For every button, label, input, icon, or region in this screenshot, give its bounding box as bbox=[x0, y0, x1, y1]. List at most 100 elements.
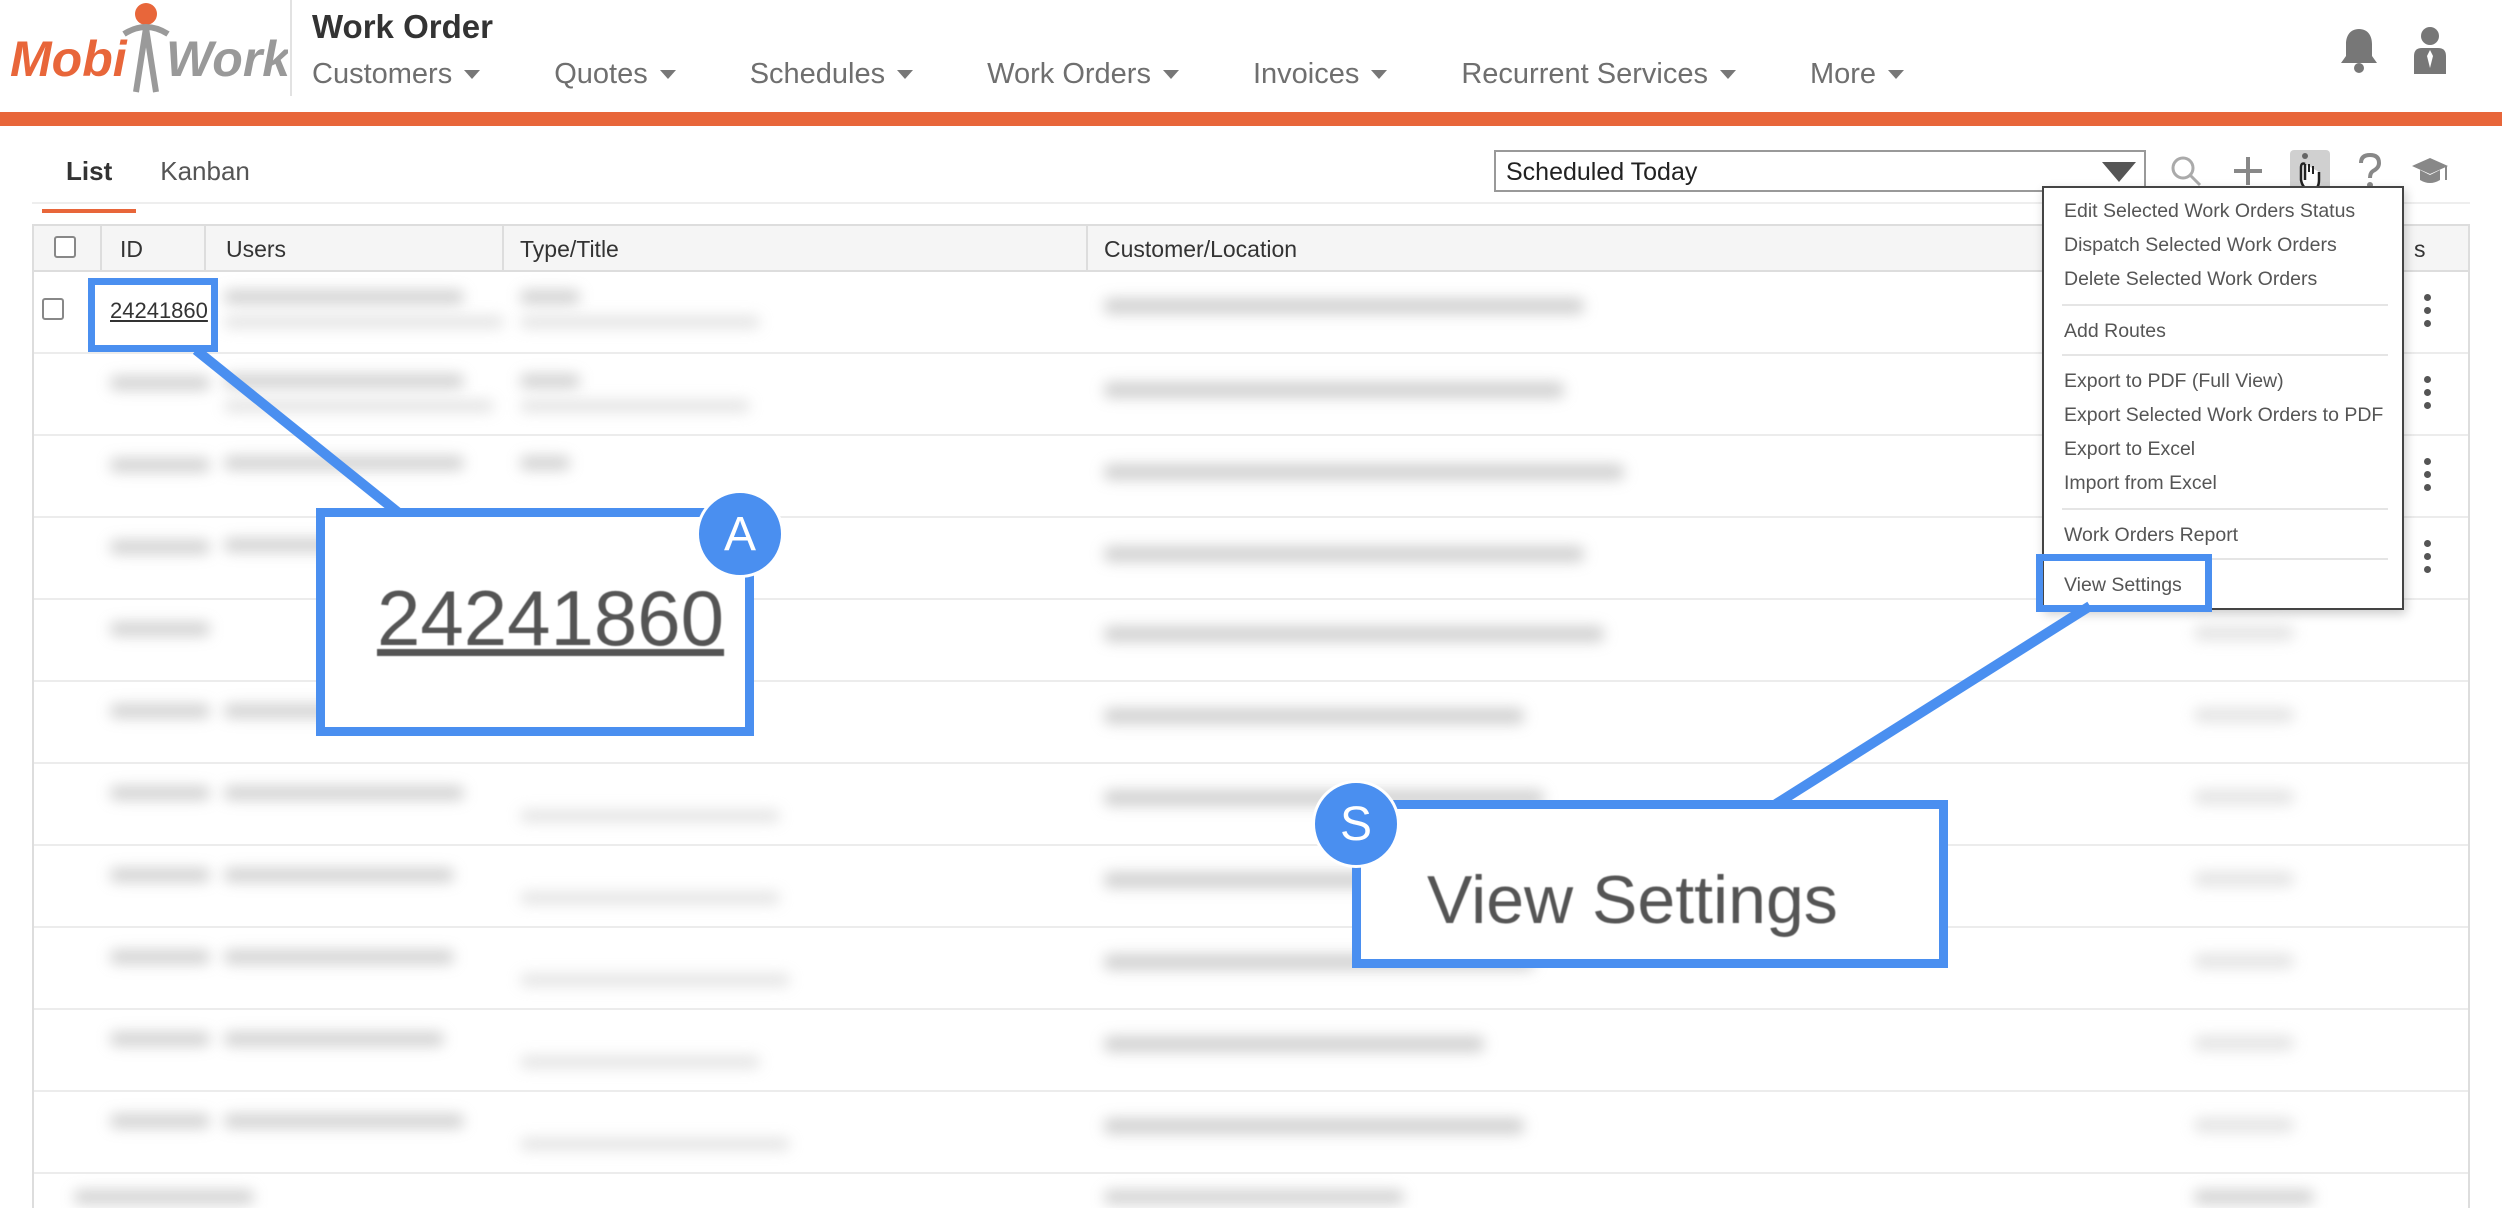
callout-s-box: View Settings bbox=[1352, 800, 1948, 968]
nav-more[interactable]: More bbox=[1809, 58, 1905, 91]
blurred-content bbox=[520, 400, 750, 412]
blurred-content bbox=[520, 290, 580, 304]
menu-item-export-pdf-full[interactable]: Export to PDF (Full View) bbox=[2064, 370, 2284, 393]
menu-item-delete[interactable]: Delete Selected Work Orders bbox=[2064, 268, 2317, 291]
nav-customers[interactable]: Customers bbox=[312, 58, 481, 91]
menu-divider bbox=[2062, 304, 2388, 306]
row-actions-icon[interactable] bbox=[2424, 376, 2432, 415]
blurred-content bbox=[2194, 790, 2294, 804]
view-settings-highlight-box bbox=[2036, 554, 2212, 612]
blurred-content bbox=[224, 1114, 464, 1128]
menu-divider bbox=[2062, 354, 2388, 356]
header-divider bbox=[290, 0, 292, 96]
column-separator bbox=[100, 226, 102, 272]
nav-label: Invoices bbox=[1252, 58, 1360, 90]
caret-down-icon bbox=[659, 70, 676, 79]
mobiwork-logo[interactable]: Mobi Work bbox=[6, 0, 292, 100]
row-actions-icon[interactable] bbox=[2424, 540, 2432, 579]
column-separator bbox=[502, 226, 504, 272]
nav-work-orders[interactable]: Work Orders bbox=[987, 58, 1179, 91]
callout-s-text: View Settings bbox=[1427, 862, 1838, 938]
blurred-content bbox=[110, 950, 210, 964]
view-filter-value: Scheduled Today bbox=[1506, 158, 1698, 186]
table-row[interactable] bbox=[34, 930, 2468, 1010]
nav-invoices[interactable]: Invoices bbox=[1252, 58, 1388, 91]
blurred-content bbox=[1104, 382, 1564, 398]
column-header-type-title[interactable]: Type/Title bbox=[520, 236, 619, 263]
blurred-content bbox=[2194, 1190, 2314, 1204]
menu-item-dispatch[interactable]: Dispatch Selected Work Orders bbox=[2064, 234, 2337, 257]
menu-item-add-routes[interactable]: Add Routes bbox=[2064, 320, 2166, 343]
blurred-content bbox=[520, 892, 780, 904]
row-actions-icon[interactable] bbox=[2424, 458, 2432, 497]
blurred-content bbox=[110, 1114, 210, 1128]
table-row[interactable] bbox=[34, 1176, 2468, 1208]
graduation-cap-icon[interactable] bbox=[2410, 150, 2450, 192]
more-actions-menu: Edit Selected Work Orders Status Dispatc… bbox=[2042, 186, 2404, 610]
menu-item-export-selected-pdf[interactable]: Export Selected Work Orders to PDF bbox=[2064, 404, 2383, 427]
user-icon[interactable] bbox=[2410, 26, 2450, 79]
nav-quotes[interactable]: Quotes bbox=[554, 58, 676, 91]
blurred-content bbox=[1104, 546, 1584, 562]
blurred-content bbox=[1104, 626, 1604, 642]
blurred-content bbox=[224, 868, 454, 882]
blurred-content bbox=[1104, 464, 1624, 480]
column-header-id[interactable]: ID bbox=[120, 236, 143, 263]
blurred-content bbox=[2194, 1118, 2294, 1132]
nav-label: Customers bbox=[312, 58, 453, 90]
nav-label: More bbox=[1809, 58, 1877, 90]
table-row[interactable] bbox=[34, 1094, 2468, 1174]
table-row[interactable] bbox=[34, 1012, 2468, 1092]
nav-label: Quotes bbox=[554, 58, 648, 90]
blurred-content bbox=[2194, 626, 2294, 640]
blurred-content bbox=[520, 1138, 790, 1150]
caret-down-icon bbox=[1162, 70, 1179, 79]
blurred-content bbox=[74, 1190, 254, 1204]
main-nav: Customers Quotes Schedules Work Orders I… bbox=[312, 58, 1978, 91]
table-row[interactable] bbox=[34, 848, 2468, 928]
blurred-content bbox=[110, 1032, 210, 1046]
id-highlight-box bbox=[88, 278, 218, 352]
nav-schedules[interactable]: Schedules bbox=[749, 58, 914, 91]
nav-recurrent-services[interactable]: Recurrent Services bbox=[1461, 58, 1736, 91]
page-title: Work Order bbox=[312, 8, 493, 45]
blurred-content bbox=[1104, 298, 1584, 314]
blurred-content bbox=[224, 400, 494, 412]
column-header-users[interactable]: Users bbox=[226, 236, 286, 263]
column-header-customer-location[interactable]: Customer/Location bbox=[1104, 236, 1297, 263]
nav-label: Work Orders bbox=[987, 58, 1151, 90]
blurred-content bbox=[224, 290, 464, 304]
menu-item-import-excel[interactable]: Import from Excel bbox=[2064, 472, 2217, 495]
callout-a-text: 24241860 bbox=[377, 574, 725, 662]
dropdown-arrow-icon bbox=[2102, 162, 2136, 182]
blurred-content bbox=[1104, 708, 1524, 724]
blurred-content bbox=[110, 458, 210, 472]
table-row[interactable] bbox=[34, 766, 2468, 846]
column-header-status[interactable]: s bbox=[2414, 236, 2426, 263]
menu-item-export-excel[interactable]: Export to Excel bbox=[2064, 438, 2195, 461]
blurred-content bbox=[2194, 872, 2294, 886]
callout-s-badge: S bbox=[1312, 780, 1400, 868]
caret-down-icon bbox=[464, 70, 481, 79]
blurred-content bbox=[520, 456, 570, 470]
menu-item-edit-status[interactable]: Edit Selected Work Orders Status bbox=[2064, 200, 2355, 223]
row-actions-icon[interactable] bbox=[2424, 294, 2432, 333]
blurred-content bbox=[520, 810, 780, 822]
logo-text-mobi: Mobi bbox=[10, 31, 128, 87]
nav-label: Recurrent Services bbox=[1461, 58, 1708, 90]
blurred-content bbox=[2194, 954, 2294, 968]
caret-down-icon bbox=[1888, 70, 1905, 79]
blurred-content bbox=[110, 786, 210, 800]
row-checkbox[interactable] bbox=[42, 298, 64, 320]
callout-a-badge: A bbox=[696, 490, 784, 578]
select-all-checkbox[interactable] bbox=[54, 236, 76, 258]
bell-icon[interactable] bbox=[2338, 26, 2380, 79]
nav-label: Schedules bbox=[749, 58, 886, 90]
blurred-content bbox=[110, 622, 210, 636]
blurred-content bbox=[520, 1056, 760, 1068]
app-header: Mobi Work Work Order Customers Quotes Sc… bbox=[0, 0, 2502, 112]
blurred-content bbox=[520, 316, 760, 328]
menu-item-work-orders-report[interactable]: Work Orders Report bbox=[2064, 524, 2238, 547]
blurred-content bbox=[110, 376, 210, 390]
blurred-content bbox=[224, 786, 464, 800]
